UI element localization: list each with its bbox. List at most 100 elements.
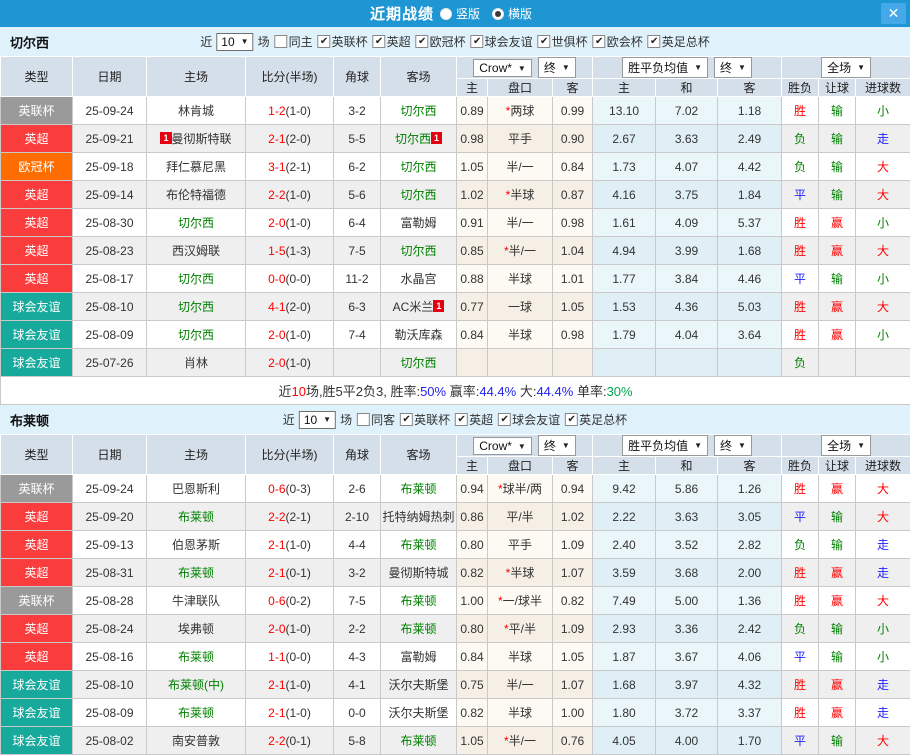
chevron-down-icon: ▼: [857, 63, 865, 72]
result-handicap: 输: [819, 97, 856, 125]
result-handicap: 输: [819, 125, 856, 153]
avg-lose: 1.70: [718, 727, 782, 755]
chevron-down-icon: ▼: [738, 441, 746, 450]
score: 1-2(1-0): [246, 97, 334, 125]
result-goals: 大: [856, 181, 910, 209]
bookmaker-select[interactable]: Crow*▼: [473, 59, 532, 77]
away-team: 切尔西: [381, 349, 457, 377]
result-goals: 大: [856, 153, 910, 181]
league-checkbox-5[interactable]: ✔: [593, 35, 606, 48]
layout-radio-group: 竖版 横版: [440, 5, 540, 22]
odds-away: 1.02: [553, 503, 593, 531]
away-team: 沃尔夫斯堡: [381, 671, 457, 699]
avg-win: 1.73: [593, 153, 656, 181]
match-date: 25-08-09: [73, 699, 147, 727]
avg-stage-select[interactable]: 终▼: [714, 57, 752, 78]
near-label: 近: [283, 411, 295, 428]
league-checkbox-2[interactable]: ✔: [498, 413, 511, 426]
avg-type-select[interactable]: 胜平负均值▼: [622, 57, 708, 78]
away-team: 曼彻斯特城: [381, 559, 457, 587]
score: 2-0(1-0): [246, 321, 334, 349]
league-checkbox-6[interactable]: ✔: [648, 35, 661, 48]
league-checkbox-2[interactable]: ✔: [416, 35, 429, 48]
away-team: AC米兰1: [381, 293, 457, 321]
avg-lose: 3.64: [718, 321, 782, 349]
result-wdl: 负: [782, 531, 819, 559]
red-card-badge: 1: [433, 300, 444, 312]
avg-stage-select[interactable]: 终▼: [714, 435, 752, 456]
league-badge: 球会友谊: [1, 699, 73, 727]
home-team: 布莱顿: [147, 503, 246, 531]
away-team: 布莱顿: [381, 475, 457, 503]
same-venue-checkbox[interactable]: [357, 413, 370, 426]
handicap: *半球: [488, 559, 553, 587]
league-checkbox-3[interactable]: ✔: [565, 413, 578, 426]
home-team: 牛津联队: [147, 587, 246, 615]
match-row: 球会友谊25-08-10切尔西4-1(2-0)6-3AC米兰10.77一球1.0…: [1, 293, 910, 321]
red-card-badge: 1: [431, 132, 442, 144]
corner-count: 7-4: [334, 321, 381, 349]
avg-lose: 1.68: [718, 237, 782, 265]
odds-away: 0.98: [553, 321, 593, 349]
handicap: *半/一: [488, 237, 553, 265]
odds-stage-select[interactable]: 终▼: [538, 57, 576, 78]
match-date: 25-08-02: [73, 727, 147, 755]
filter-bar: 近10▼场同主✔英联杯✔英超✔欧冠杯✔球会友谊✔世俱杯✔欧会杯✔英足总杯: [200, 33, 709, 51]
same-venue-checkbox[interactable]: [275, 35, 288, 48]
avg-draw: [656, 349, 718, 377]
home-team: 拜仁慕尼黑: [147, 153, 246, 181]
team-name: 切尔西: [10, 32, 49, 51]
odds-away: [553, 349, 593, 377]
scope-select[interactable]: 全场▼: [821, 57, 871, 78]
same-venue-label: 同主: [289, 33, 313, 50]
vertical-layout-radio[interactable]: [440, 8, 452, 20]
odds-away: 1.04: [553, 237, 593, 265]
odds-home: 0.98: [457, 125, 488, 153]
avg-type-select[interactable]: 胜平负均值▼: [622, 435, 708, 456]
avg-lose: 1.18: [718, 97, 782, 125]
bookmaker-select-value: Crow*: [479, 61, 512, 75]
league-checkbox-0[interactable]: ✔: [400, 413, 413, 426]
chevron-down-icon: ▼: [323, 415, 331, 424]
corner-count: 4-1: [334, 671, 381, 699]
bookmaker-select[interactable]: Crow*▼: [473, 437, 532, 455]
match-count-select[interactable]: 10▼: [299, 411, 336, 429]
chevron-down-icon: ▼: [738, 63, 746, 72]
horizontal-layout-radio[interactable]: [492, 8, 504, 20]
odds-stage-select[interactable]: 终▼: [538, 435, 576, 456]
league-badge: 英联杯: [1, 587, 73, 615]
odds-home: 0.80: [457, 531, 488, 559]
results-table: 类型日期主场比分(半场)角球客场Crow*▼终▼胜平负均值▼终▼全场▼主盘口客主…: [0, 434, 910, 755]
away-team: 切尔西: [381, 181, 457, 209]
handicap: 半球: [488, 699, 553, 727]
scope-select[interactable]: 全场▼: [821, 435, 871, 456]
match-count-select[interactable]: 10▼: [216, 33, 253, 51]
avg-win: 2.67: [593, 125, 656, 153]
match-date: 25-08-10: [73, 293, 147, 321]
avg-win: 1.80: [593, 699, 656, 727]
league-checkbox-1[interactable]: ✔: [455, 413, 468, 426]
close-icon[interactable]: ✕: [881, 3, 906, 24]
avg-draw: 3.63: [656, 503, 718, 531]
odds-away: 1.01: [553, 265, 593, 293]
handicap: 平手: [488, 531, 553, 559]
avg-lose: 4.32: [718, 671, 782, 699]
away-team: 富勒姆: [381, 209, 457, 237]
league-checkbox-1[interactable]: ✔: [373, 35, 386, 48]
league-checkbox-3[interactable]: ✔: [471, 35, 484, 48]
avg-draw: 4.00: [656, 727, 718, 755]
avg-draw: 3.97: [656, 671, 718, 699]
column-subheader: 胜负: [782, 457, 819, 475]
avg-type-select-value: 胜平负均值: [628, 437, 688, 454]
league-checkbox-4[interactable]: ✔: [538, 35, 551, 48]
odds-away: 1.00: [553, 699, 593, 727]
league-checkbox-0[interactable]: ✔: [318, 35, 331, 48]
match-row: 欧冠杯25-09-18拜仁慕尼黑3-1(2-1)6-2切尔西1.05半/一0.8…: [1, 153, 910, 181]
chevron-down-icon: ▼: [857, 441, 865, 450]
match-date: 25-07-26: [73, 349, 147, 377]
avg-win: 9.42: [593, 475, 656, 503]
score: 1-1(0-0): [246, 643, 334, 671]
match-row: 英超25-09-14布伦特福德2-2(1-0)5-6切尔西1.02*半球0.87…: [1, 181, 910, 209]
avg-draw: 3.67: [656, 643, 718, 671]
handicap: 半/一: [488, 671, 553, 699]
